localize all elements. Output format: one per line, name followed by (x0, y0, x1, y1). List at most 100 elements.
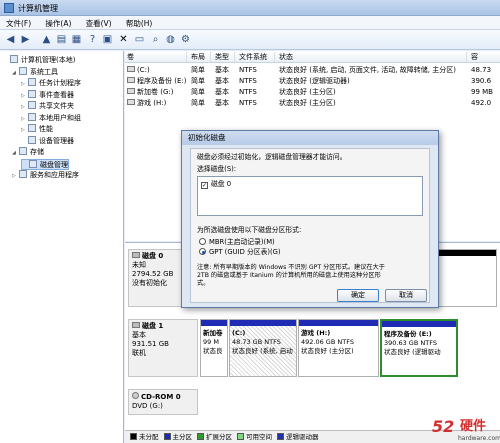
table-cell: NTFS (239, 76, 277, 87)
volume-icon (127, 99, 135, 105)
tree-item-label: 性能 (39, 125, 53, 133)
volume-icon (127, 77, 135, 83)
disk-0-checkbox[interactable]: ✓ (201, 182, 208, 189)
partition-title: 新加卷 (203, 329, 223, 337)
table-row[interactable]: 新加卷 (G:) 简单 基本 NTFS 状态良好 (主分区) 99 MB (125, 87, 500, 98)
forward-arrow-icon[interactable]: ▶ (19, 33, 32, 46)
tree-item[interactable]: 设备管理器 (21, 135, 74, 147)
tree-item[interactable]: 计算机管理(本地) (3, 55, 75, 66)
disk-list-item[interactable]: ✓ 磁盘 0 (201, 180, 231, 189)
cdrom-0-info[interactable]: CD-ROM 0 DVD (G:) (128, 389, 198, 415)
menu-help[interactable]: 帮助(H) (120, 16, 159, 31)
storage-icon (19, 147, 27, 155)
table-row[interactable]: 程序及备份 (E:) 简单 基本 NTFS 状态良好 (逻辑驱动器) 390.6 (125, 76, 500, 87)
partition-type-bar (382, 321, 456, 327)
mbr-radio[interactable] (199, 238, 206, 245)
expand-arrow-icon[interactable]: ▷ (12, 171, 19, 182)
cancel-button[interactable]: 取消 (385, 289, 427, 302)
volume-icon (127, 88, 135, 94)
collapse-arrow-icon[interactable]: ◢ (12, 68, 19, 79)
column-header-filesystem[interactable]: 文件系统 (237, 52, 275, 62)
legend-swatch (197, 433, 204, 440)
gpt-option[interactable]: GPT (GUID 分区表)(G) (199, 248, 281, 257)
window-title: 计算机管理 (18, 4, 58, 13)
table-cell: NTFS (239, 98, 277, 109)
column-header-status[interactable]: 状态 (277, 52, 467, 62)
up-folder-icon[interactable]: ▲ (40, 33, 53, 46)
dialog-intro: 磁盘必须经过初始化，逻辑磁盘管理器才能访问。 (197, 153, 347, 161)
event-viewer-icon (28, 89, 36, 98)
tree-item[interactable]: ◢ 系统工具 (12, 66, 58, 79)
tree-item-label: 事件查看器 (39, 90, 74, 99)
tree-item[interactable]: ▷ 共享文件夹 (21, 101, 74, 112)
tree-item[interactable]: 磁盘管理 (21, 158, 69, 170)
partition-size: 48.73 GB NTFS (232, 338, 281, 346)
tree-item[interactable]: ▷ 服务和应用程序 (12, 170, 79, 181)
disk-1-type: 基本 (132, 331, 146, 339)
table-cell-text: NTFS (239, 88, 257, 96)
expand-arrow-icon[interactable]: ▷ (21, 91, 28, 102)
tree-item-label: 计算机管理(本地) (21, 56, 76, 64)
help-icon[interactable]: ? (86, 33, 99, 46)
partition-block[interactable]: 程序及备份 (E:) 390.63 GB NTFS 状态良好 (逻辑驱动 (380, 319, 458, 377)
dialog-title: 初始化磁盘 (182, 131, 438, 145)
expand-arrow-icon[interactable]: ▷ (21, 125, 28, 136)
table-cell-text: 基本 (215, 99, 229, 107)
partition-block[interactable]: 游戏 (H:) 492.06 GB NTFS 状态良好 (主分区) (298, 319, 379, 377)
table-row[interactable]: (C:) 简单 基本 NTFS 状态良好 (系统, 启动, 页面文件, 活动, 故障转储… (125, 65, 500, 76)
initialize-disk-dialog: 初始化磁盘 磁盘必须经过初始化，逻辑磁盘管理器才能访问。 选择磁盘(S): ✓ 磁… (181, 130, 439, 308)
column-header-capacity[interactable]: 容 (469, 52, 500, 62)
partition-block[interactable]: (C:) 48.73 GB NTFS 状态良好 (系统, 启动 (229, 319, 297, 377)
menu-view[interactable]: 查看(V) (80, 16, 118, 31)
expand-arrow-icon[interactable]: ▷ (21, 79, 28, 90)
disk-list-item-label: 磁盘 0 (211, 180, 232, 188)
computer-icon (10, 55, 18, 63)
collapse-arrow-icon[interactable]: ◢ (12, 148, 19, 159)
column-header-volume[interactable]: 卷 (125, 52, 187, 62)
expand-arrow-icon[interactable]: ▷ (21, 102, 28, 113)
back-arrow-icon[interactable]: ◀ (4, 33, 17, 46)
column-header-type[interactable]: 类型 (213, 52, 235, 62)
tree-item[interactable]: ◢ 存储 (12, 147, 44, 158)
table-cell-text: 492.0 (471, 99, 492, 107)
settings-icon[interactable]: ⚙ (179, 33, 192, 46)
column-header-layout[interactable]: 布局 (189, 52, 211, 62)
menu-file[interactable]: 文件(F) (0, 16, 37, 31)
gpt-radio[interactable] (199, 248, 206, 255)
search-icon[interactable]: ⌕ (149, 33, 162, 46)
table-cell: 状态良好 (主分区) (279, 87, 469, 98)
table-cell: 简单 (191, 87, 213, 98)
tree-item[interactable]: ▷ 性能 (21, 124, 53, 135)
delete-icon[interactable]: ✕ (117, 33, 130, 46)
partition-status: 状态良 (203, 347, 223, 355)
tree-item[interactable]: ▷ 任务计划程序 (21, 78, 81, 89)
partition-type-bar (201, 320, 227, 326)
open-icon[interactable]: ▭ (133, 33, 146, 46)
partition-block[interactable]: 新加卷 99 M 状态良 (200, 319, 228, 377)
disk-1-info[interactable]: 磁盘 1 基本 931.51 GB 联机 (128, 319, 198, 377)
properties-icon[interactable]: ▦ (70, 33, 83, 46)
task-scheduler-icon (28, 78, 36, 86)
dialog-note-line2: 2TB 的磁盘或基于 Itanium 的计算机所用的磁盘上使用这种分区形 (197, 272, 381, 279)
table-cell: 基本 (215, 98, 237, 109)
expand-arrow-icon[interactable]: ▷ (21, 114, 28, 125)
table-cell: 状态良好 (主分区) (279, 98, 469, 109)
disk-list[interactable]: ✓ 磁盘 0 (197, 176, 423, 216)
table-cell: 简单 (191, 65, 213, 76)
table-row[interactable]: 游戏 (H:) 简单 基本 NTFS 状态良好 (主分区) 492.0 (125, 98, 500, 109)
disk-icon[interactable]: ◍ (164, 33, 177, 46)
tree-item[interactable]: ▷ 本地用户和组 (21, 112, 81, 125)
mbr-option[interactable]: MBR(主启动记录)(M) (199, 238, 275, 247)
menu-action[interactable]: 操作(A) (39, 16, 77, 31)
ok-button[interactable]: 确定 (337, 289, 379, 302)
table-cell-text: 状态良好 (逻辑驱动器) (279, 77, 350, 85)
show-hide-tree-icon[interactable]: ▤ (55, 33, 68, 46)
table-cell-text: 程序及备份 (E:) (137, 77, 187, 85)
table-cell-text: 游戏 (H:) (137, 99, 167, 107)
table-cell: 程序及备份 (E:) (127, 76, 189, 87)
table-cell-text: 简单 (191, 66, 205, 74)
tree-item-label: 共享文件夹 (39, 102, 74, 110)
view-icon[interactable]: ▣ (101, 33, 114, 46)
tree-item[interactable]: ▷ 事件查看器 (21, 89, 74, 102)
table-cell-text: 99 MB (471, 88, 493, 96)
